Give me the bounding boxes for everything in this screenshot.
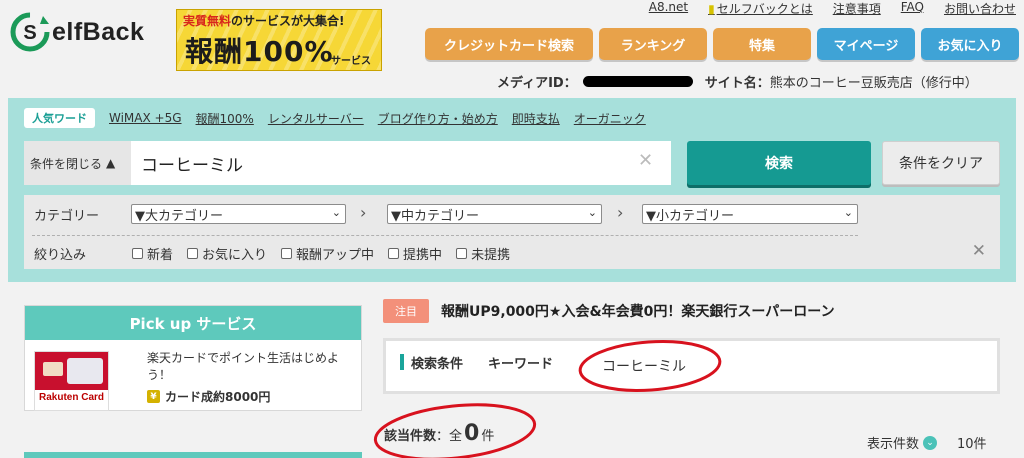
result-count-unit: 件 <box>481 429 495 444</box>
category-label: カテゴリー <box>34 209 100 224</box>
large-category-value: ▼大カテゴリー <box>135 208 223 224</box>
top-links: A8.net ▮ セルフバックとは 注意事項 FAQ お問い合わせ <box>649 0 1016 17</box>
popular-word-link[interactable]: 即時支払 <box>512 110 560 127</box>
nav-mypage[interactable]: マイページ <box>817 28 915 60</box>
chevron-down-icon: ⌄ <box>843 206 853 219</box>
card-logo-text: Rakuten Card <box>38 392 104 403</box>
keyword-label: キーワード <box>488 357 554 372</box>
media-id-label: メディアID： <box>497 76 577 91</box>
rakuten-card-image[interactable]: Rakuten Card <box>34 351 109 411</box>
condition-marker <box>400 354 404 370</box>
nav-credit-card-search[interactable]: クレジットカード検索 <box>425 28 593 60</box>
filter-divider <box>32 235 858 236</box>
check-new[interactable]: 新着 <box>132 244 173 263</box>
chevron-right-icon: › <box>617 203 624 222</box>
result-count: 該当件数 ：全 0 件 <box>384 421 494 446</box>
site-name-label: サイト名： <box>704 76 770 91</box>
chevron-down-icon: ⌄ <box>331 206 341 219</box>
link-contact[interactable]: お問い合わせ <box>944 0 1016 17</box>
pickup-title: Pick up サービス <box>25 306 361 340</box>
nav-feature[interactable]: 特集 <box>713 28 811 60</box>
keyword-search-input[interactable] <box>131 141 671 185</box>
display-count-value: 10件 <box>957 437 987 452</box>
banner-sub-text: サービス <box>331 56 371 67</box>
banner-main-text: 報酬100% <box>185 35 334 68</box>
clear-input-icon[interactable]: ✕ <box>638 150 653 171</box>
popular-words: 人気ワード WiMAX +5G 報酬100% レンタルサーバー ブログ作り方・始… <box>24 108 646 128</box>
card-chip <box>43 362 63 376</box>
result-count-sep: ：全 <box>436 429 463 444</box>
main-nav: クレジットカード検索 ランキング 特集 マイページ お気に入り <box>425 28 1019 60</box>
notice-tag: 注目 <box>383 299 429 323</box>
logo-text: elfBack <box>52 17 145 46</box>
pickup-reward: ¥ カード成約8000円 <box>147 388 270 405</box>
toggle-conditions-label: 条件を閉じる <box>30 156 103 171</box>
checkbox[interactable] <box>281 248 293 259</box>
result-count-label: 該当件数 <box>384 429 437 444</box>
filter-box: カテゴリー ▼大カテゴリー ⌄ › ▼中カテゴリー ⌄ › ▼小カテゴリー ⌄ 絞り込… <box>24 195 1000 269</box>
bulb-icon: ▮ <box>708 2 715 16</box>
large-category-select[interactable]: ▼大カテゴリー ⌄ <box>131 204 346 224</box>
small-category-select[interactable]: ▼小カテゴリー ⌄ <box>642 204 858 224</box>
display-count[interactable]: 表示件数 ⌄ 10件 <box>867 433 987 452</box>
link-faq[interactable]: FAQ <box>901 0 924 17</box>
next-panel-header <box>24 452 362 458</box>
checkbox[interactable] <box>388 248 400 259</box>
pickup-panel: Pick up サービス Rakuten Card 楽天カードでポイント生活はじ… <box>24 305 362 411</box>
pickup-reward-text: カード成約8000円 <box>165 390 271 404</box>
chevron-right-icon: › <box>360 203 367 222</box>
check-not-affiliated[interactable]: 未提携 <box>456 244 510 263</box>
checkbox[interactable] <box>187 248 199 259</box>
card-plate <box>67 358 103 384</box>
link-notes[interactable]: 注意事項 <box>833 0 881 17</box>
popular-tag: 人気ワード <box>24 108 95 128</box>
checkbox[interactable] <box>456 248 468 259</box>
media-info: メディアID： サイト名： 熊本のコーヒー豆販売店（修行中） <box>497 72 978 91</box>
popular-word-link[interactable]: WiMAX +5G <box>109 111 182 125</box>
display-count-label: 表示件数 <box>867 437 920 452</box>
small-category-value: ▼小カテゴリー <box>646 208 734 224</box>
search-panel: 人気ワード WiMAX +5G 報酬100% レンタルサーバー ブログ作り方・始… <box>8 98 1016 282</box>
popular-word-link[interactable]: ブログ作り方・始め方 <box>378 110 498 127</box>
narrow-label: 絞り込み <box>34 248 87 263</box>
check-affiliated[interactable]: 提携中 <box>388 244 442 263</box>
chevron-down-icon: ⌄ <box>923 435 938 450</box>
result-count-number: 0 <box>464 421 480 446</box>
check-favorites[interactable]: お気に入り <box>187 244 267 263</box>
yen-icon: ¥ <box>147 390 160 403</box>
media-id-redacted <box>582 76 693 87</box>
pickup-description[interactable]: 楽天カードでポイント生活はじめよう！ <box>147 350 357 384</box>
filter-checks: 新着 お気に入り 報酬アップ中 提携中 未提携 <box>132 244 510 263</box>
banner-headline: 実質無料のサービスが大集合! <box>183 14 345 28</box>
notice-link[interactable]: 報酬UP9,000円★入会&年会費0円！楽天銀行スーパーローン <box>441 301 835 321</box>
link-a8net[interactable]: A8.net <box>649 0 688 17</box>
medium-category-value: ▼中カテゴリー <box>391 208 479 224</box>
promo-banner[interactable]: 実質無料のサービスが大集合! 報酬100% サービス <box>176 9 382 71</box>
chevron-down-icon: ⌄ <box>587 206 597 219</box>
site-name-value: 熊本のコーヒー豆販売店（修行中） <box>769 76 978 91</box>
nav-ranking[interactable]: ランキング <box>599 28 707 60</box>
nav-favorites[interactable]: お気に入り <box>921 28 1019 60</box>
keyword-value: コーヒーミル <box>602 359 686 375</box>
link-about-selfback[interactable]: ▮ セルフバックとは <box>708 0 813 17</box>
toggle-conditions-button[interactable]: 条件を閉じる ▲ <box>24 141 131 185</box>
medium-category-select[interactable]: ▼中カテゴリー ⌄ <box>387 204 602 224</box>
search-button[interactable]: 検索 <box>687 141 871 185</box>
search-condition-box: 検索条件 キーワード コーヒーミル <box>383 338 1000 394</box>
triangle-up-icon: ▲ <box>106 156 116 170</box>
close-filter-icon[interactable]: ✕ <box>972 241 986 261</box>
popular-word-link[interactable]: レンタルサーバー <box>268 110 364 127</box>
selfback-logo[interactable]: S elfBack <box>10 12 144 52</box>
logo-letter: S <box>23 22 36 44</box>
check-reward-up[interactable]: 報酬アップ中 <box>281 244 374 263</box>
popular-word-link[interactable]: 報酬100% <box>196 110 254 127</box>
popular-word-link[interactable]: オーガニック <box>574 110 646 127</box>
clear-conditions-button[interactable]: 条件をクリア <box>882 141 1000 185</box>
condition-label: 検索条件 <box>411 357 464 372</box>
checkbox[interactable] <box>132 248 143 259</box>
logo-mark-icon: S <box>10 12 50 52</box>
